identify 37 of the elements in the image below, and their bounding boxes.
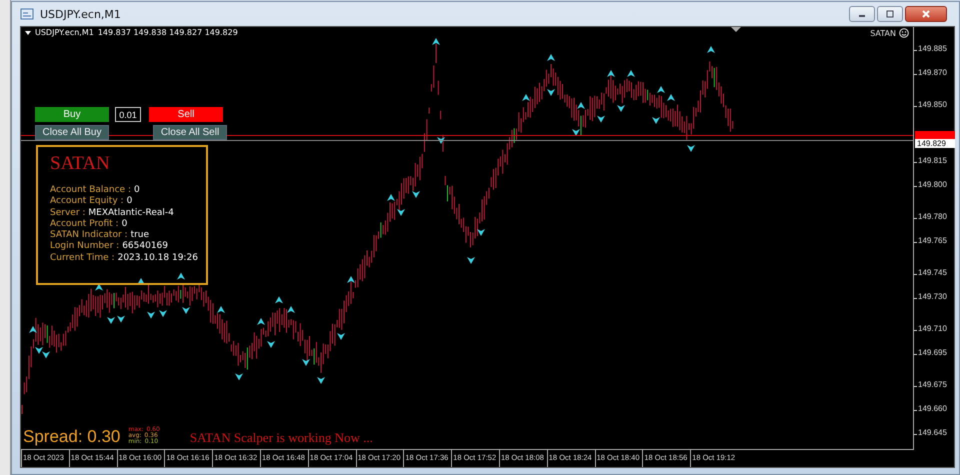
info-label: SATAN Indicator : [50,230,128,241]
info-label: Account Profit : [50,218,119,230]
dropdown-icon[interactable] [25,30,31,34]
spread-reading: Spread: 0.30 [23,427,120,447]
info-value: 0 [134,185,140,196]
symbol-label: USDJPY.ecn,M1 [35,28,94,37]
close-button[interactable] [905,6,947,22]
info-label: Account Balance : [50,185,131,196]
info-value: 2023.10.18 19:26 [118,252,198,264]
shift-marker-icon [731,27,741,32]
panel-title: SATAN [50,153,111,175]
ohlc-values: 149.837 149.838 149.827 149.829 [98,28,238,37]
info-value: 0 [122,218,128,230]
window-title: USDJPY.ecn,M1 [40,8,121,20]
smiley-icon [899,28,909,38]
close-icon [921,10,931,18]
info-value: 0 [126,196,132,208]
indicator-label: SATAN [870,28,896,38]
ask-price-marker [915,131,955,139]
restore-icon [885,10,895,18]
minimize-button[interactable] [849,6,875,22]
info-label: Account Equity : [50,196,124,208]
info-label: Server : [50,208,86,219]
chart-window-icon [20,8,34,20]
buy-button[interactable]: Buy [35,107,109,122]
info-label: Current Time : [50,252,115,264]
close-all-sell-button[interactable]: Close All Sell [153,125,227,140]
info-value: MEXAtlantic-Real-4 [88,208,174,219]
current-price-label: 149.829 [915,139,955,148]
status-message: SATAN Scalper is working Now ... [190,430,373,446]
lot-size-field[interactable]: 0.01 [115,107,141,122]
info-value: 66540169 [122,241,168,253]
restore-button[interactable] [877,6,903,22]
info-value: true [130,230,150,241]
sell-button[interactable]: Sell [149,107,223,122]
info-label: Login Number : [50,241,120,253]
close-all-buy-button[interactable]: Close All Buy [35,125,109,140]
